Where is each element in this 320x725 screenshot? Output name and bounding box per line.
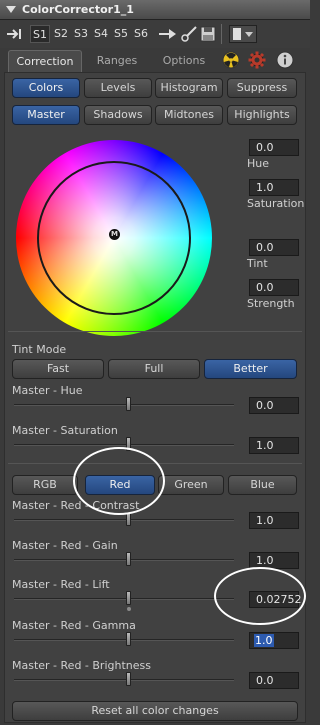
tab-options[interactable]: Options <box>152 50 216 72</box>
gear-icon[interactable] <box>248 51 266 69</box>
master-button[interactable]: Master <box>12 105 80 125</box>
master-hue-field[interactable]: 0.0 <box>249 397 299 414</box>
title-bar: ColorCorrector1_1 <box>0 0 310 20</box>
info-icon[interactable] <box>276 51 294 69</box>
master-hue-label: Master - Hue <box>12 384 83 397</box>
toolbar: S1 S2 S3 S4 S5 S6 <box>0 20 310 48</box>
master-saturation-label: Master - Saturation <box>12 424 118 437</box>
view-dropdown[interactable] <box>229 25 257 43</box>
slot-s3[interactable]: S3 <box>72 25 90 43</box>
tint-field[interactable]: 0.0 <box>249 239 299 256</box>
shadows-button[interactable]: Shadows <box>84 105 152 125</box>
tint-mode-fast[interactable]: Fast <box>12 359 104 379</box>
wheel-center-marker[interactable]: M <box>109 229 120 240</box>
red-brightness-slider-track[interactable] <box>14 679 234 681</box>
view-swatch-icon <box>233 28 241 40</box>
radiation-icon[interactable] <box>222 51 240 69</box>
annotation-circle-lift <box>214 567 306 625</box>
master-saturation-slider-track[interactable] <box>14 444 234 446</box>
slot-s5[interactable]: S5 <box>112 25 130 43</box>
slot-s6[interactable]: S6 <box>132 25 150 43</box>
red-lift-slider-handle[interactable] <box>126 591 131 605</box>
suppress-button[interactable]: Suppress <box>227 78 297 98</box>
master-saturation-field[interactable]: 1.0 <box>249 437 299 454</box>
red-lift-default-marker <box>127 607 131 611</box>
red-lift-slider-track[interactable] <box>14 598 234 600</box>
tint-mode-better[interactable]: Better <box>204 359 297 379</box>
red-gamma-field[interactable]: 1.0 <box>249 632 299 649</box>
red-gamma-field-selection: 1.0 <box>254 634 274 647</box>
master-hue-slider-track[interactable] <box>14 404 234 406</box>
saturation-field[interactable]: 1.0 <box>249 179 299 196</box>
red-brightness-slider-handle[interactable] <box>126 672 131 686</box>
section-divider <box>8 331 302 332</box>
color-wheel[interactable]: M <box>16 140 212 336</box>
midtones-button[interactable]: Midtones <box>155 105 223 125</box>
tint-label: Tint <box>247 257 268 270</box>
slot-s4[interactable]: S4 <box>92 25 110 43</box>
toolbar-divider <box>221 24 222 44</box>
red-gamma-label: Master - Red - Gamma <box>12 619 136 632</box>
tint-mode-label: Tint Mode <box>12 343 67 356</box>
histogram-button[interactable]: Histogram <box>155 78 223 98</box>
save-icon[interactable] <box>200 26 216 42</box>
strength-field[interactable]: 0.0 <box>249 279 299 296</box>
red-lift-label: Master - Red - Lift <box>12 578 110 591</box>
reset-all-button[interactable]: Reset all color changes <box>12 701 298 721</box>
red-brightness-label: Master - Red - Brightness <box>12 659 151 672</box>
channel-green[interactable]: Green <box>158 475 224 495</box>
red-contrast-slider-track[interactable] <box>14 519 234 521</box>
master-hue-slider-handle[interactable] <box>126 397 131 411</box>
channel-rgb[interactable]: RGB <box>12 475 78 495</box>
red-contrast-field[interactable]: 1.0 <box>249 512 299 529</box>
chevron-down-icon <box>245 32 253 37</box>
annotation-circle-red <box>73 447 165 515</box>
hue-field[interactable]: 0.0 <box>249 139 299 156</box>
strength-label: Strength <box>247 297 295 310</box>
picker-icon[interactable] <box>180 25 198 43</box>
colors-button[interactable]: Colors <box>12 78 80 98</box>
slot-s2[interactable]: S2 <box>52 25 70 43</box>
red-gain-label: Master - Red - Gain <box>12 539 118 552</box>
red-brightness-field[interactable]: 0.0 <box>249 672 299 689</box>
tint-mode-full[interactable]: Full <box>108 359 200 379</box>
red-gain-slider-handle[interactable] <box>126 552 131 566</box>
slot-s1[interactable]: S1 <box>30 25 50 43</box>
red-gamma-slider-handle[interactable] <box>126 632 131 646</box>
pin-icon[interactable] <box>6 28 22 40</box>
red-gain-slider-track[interactable] <box>14 559 234 561</box>
tab-correction[interactable]: Correction <box>8 50 82 72</box>
levels-button[interactable]: Levels <box>84 78 152 98</box>
highlights-button[interactable]: Highlights <box>227 105 297 125</box>
tab-ranges[interactable]: Ranges <box>84 50 150 72</box>
collapse-triangle-icon[interactable] <box>6 6 16 13</box>
channel-blue[interactable]: Blue <box>228 475 297 495</box>
tool-title: ColorCorrector1_1 <box>22 3 134 16</box>
saturation-label: Saturation <box>247 197 305 210</box>
hue-label: Hue <box>247 157 270 170</box>
arrow-right-icon[interactable] <box>158 27 178 41</box>
red-gamma-slider-track[interactable] <box>14 639 234 641</box>
